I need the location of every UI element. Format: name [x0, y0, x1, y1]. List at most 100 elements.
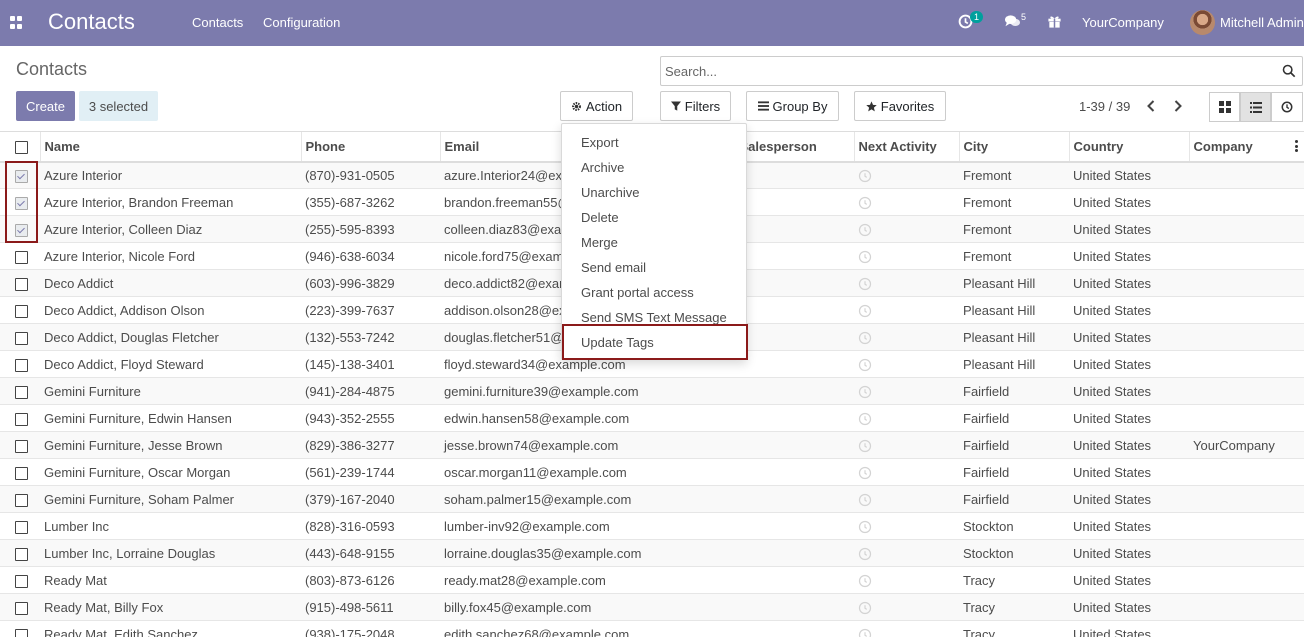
row-checkbox[interactable] — [15, 574, 28, 588]
menu-configuration[interactable]: Configuration — [263, 15, 340, 30]
row-checkbox[interactable] — [15, 493, 28, 507]
activity-clock-icon[interactable] — [858, 250, 872, 264]
column-header-name[interactable]: Name — [39, 131, 301, 163]
cell-salesperson — [735, 485, 854, 513]
column-header-phone[interactable]: Phone — [300, 131, 440, 163]
row-checkbox[interactable] — [15, 466, 28, 480]
user-menu[interactable]: Mitchell Admin — [1220, 15, 1304, 30]
pager-value[interactable]: 1-39 / 39 — [1079, 99, 1130, 114]
row-checkbox[interactable] — [15, 439, 28, 453]
apps-menu-icon[interactable] — [10, 16, 23, 29]
activity-view-button[interactable] — [1271, 92, 1303, 122]
action-menu-item-delete[interactable]: Delete — [562, 205, 746, 230]
group-by-button[interactable]: Group By — [746, 91, 839, 121]
activity-clock-icon[interactable] — [858, 466, 872, 480]
kanban-icon — [1218, 101, 1231, 113]
search-input[interactable] — [665, 61, 1265, 81]
row-checkbox[interactable] — [15, 385, 28, 399]
company-switcher[interactable]: YourCompany — [1082, 15, 1164, 30]
cell-next-activity — [854, 296, 959, 324]
activity-icon[interactable]: 1 — [958, 11, 984, 30]
activity-clock-icon[interactable] — [858, 223, 872, 237]
column-header-next-activity[interactable]: Next Activity — [853, 131, 959, 163]
table-row[interactable]: Ready Mat, Billy Fox (915)-498-5611 billy.… — [0, 593, 1304, 621]
table-row[interactable]: Gemini Furniture, Oscar Morgan (561)-239-… — [0, 458, 1304, 486]
activity-clock-icon[interactable] — [858, 304, 872, 318]
table-row[interactable]: Gemini Furniture (941)-284-4875 gemini.fur… — [0, 377, 1304, 405]
row-checkbox[interactable] — [15, 223, 28, 237]
table-row[interactable]: Gemini Furniture, Soham Palmer (379)-167-… — [0, 485, 1304, 513]
cell-phone: (223)-399-7637 — [301, 296, 440, 324]
row-checkbox[interactable] — [15, 169, 28, 183]
action-menu-item-unarchive[interactable]: Unarchive — [562, 180, 746, 205]
cell-city: Stockton — [959, 539, 1069, 567]
pager-next-icon[interactable] — [1170, 98, 1186, 114]
activity-clock-icon[interactable] — [858, 412, 872, 426]
cell-phone: (943)-352-2555 — [301, 404, 440, 432]
activity-clock-icon[interactable] — [858, 439, 872, 453]
table-row[interactable]: Lumber Inc, Lorraine Douglas (443)-648-91… — [0, 539, 1304, 567]
action-label: Action — [585, 98, 623, 114]
action-menu-item-export[interactable]: Export — [562, 130, 746, 155]
messages-icon[interactable]: 5 — [1004, 12, 1026, 30]
column-header-city[interactable]: City — [958, 131, 1069, 163]
action-menu-item-archive[interactable]: Archive — [562, 155, 746, 180]
favorites-button[interactable]: Favorites — [854, 91, 946, 121]
activity-clock-icon[interactable] — [858, 358, 872, 372]
activity-clock-icon[interactable] — [858, 196, 872, 210]
row-checkbox[interactable] — [15, 277, 28, 291]
column-header-company[interactable]: Company — [1188, 131, 1304, 163]
activity-clock-icon[interactable] — [858, 520, 872, 534]
table-row[interactable]: Gemini Furniture, Jesse Brown (829)-386-3… — [0, 431, 1304, 459]
activity-clock-icon[interactable] — [858, 385, 872, 399]
column-header-country[interactable]: Country — [1068, 131, 1189, 163]
row-checkbox[interactable] — [15, 250, 28, 264]
search-icon[interactable] — [1282, 64, 1296, 78]
list-view-button[interactable] — [1240, 92, 1271, 122]
row-checkbox[interactable] — [15, 331, 28, 345]
pager-previous-icon[interactable] — [1143, 98, 1159, 114]
table-row[interactable]: Lumber Inc (828)-316-0593 lumber-inv92@exa… — [0, 512, 1304, 540]
column-header-salesperson[interactable]: Salesperson — [734, 131, 854, 163]
row-checkbox[interactable] — [15, 628, 28, 637]
cell-company — [1189, 161, 1304, 189]
action-menu-item-send-sms-text-message[interactable]: Send SMS Text Message — [562, 305, 746, 330]
action-menu-item-update-tags[interactable]: Update Tags — [562, 330, 746, 355]
action-menu-item-merge[interactable]: Merge — [562, 230, 746, 255]
row-checkbox[interactable] — [15, 358, 28, 372]
cell-phone: (828)-316-0593 — [301, 512, 440, 540]
row-checkbox[interactable] — [15, 547, 28, 561]
action-menu-item-send-email[interactable]: Send email — [562, 255, 746, 280]
row-checkbox[interactable] — [15, 304, 28, 318]
table-row[interactable]: Gemini Furniture, Edwin Hansen (943)-352-… — [0, 404, 1304, 432]
activity-clock-icon[interactable] — [858, 601, 872, 615]
activity-clock-icon[interactable] — [858, 493, 872, 507]
app-brand[interactable]: Contacts — [48, 9, 135, 35]
cell-city: Fairfield — [959, 431, 1069, 459]
action-menu-item-grant-portal-access[interactable]: Grant portal access — [562, 280, 746, 305]
menu-contacts[interactable]: Contacts — [192, 15, 243, 30]
activity-clock-icon[interactable] — [858, 574, 872, 588]
optional-columns-icon[interactable] — [1295, 140, 1298, 152]
user-avatar[interactable] — [1190, 10, 1215, 35]
filters-button[interactable]: Filters — [660, 91, 731, 121]
select-all-checkbox[interactable] — [15, 140, 28, 154]
kanban-view-button[interactable] — [1209, 92, 1240, 122]
gift-icon[interactable] — [1047, 14, 1062, 29]
activity-clock-icon[interactable] — [858, 277, 872, 291]
table-row[interactable]: Ready Mat, Edith Sanchez (938)-175-2048 ed… — [0, 620, 1304, 637]
row-checkbox[interactable] — [15, 520, 28, 534]
row-checkbox[interactable] — [15, 196, 28, 210]
action-button[interactable]: Action — [560, 91, 633, 121]
row-checkbox[interactable] — [15, 412, 28, 426]
create-button[interactable]: Create — [16, 91, 75, 121]
cell-email: oscar.morgan11@example.com — [440, 458, 735, 486]
cell-country: United States — [1069, 458, 1189, 486]
cell-city: Pleasant Hill — [959, 323, 1069, 351]
activity-clock-icon[interactable] — [858, 628, 872, 637]
activity-clock-icon[interactable] — [858, 547, 872, 561]
row-checkbox[interactable] — [15, 601, 28, 615]
activity-clock-icon[interactable] — [858, 169, 872, 183]
activity-clock-icon[interactable] — [858, 331, 872, 345]
table-row[interactable]: Ready Mat (803)-873-6126 ready.mat28@examp… — [0, 566, 1304, 594]
